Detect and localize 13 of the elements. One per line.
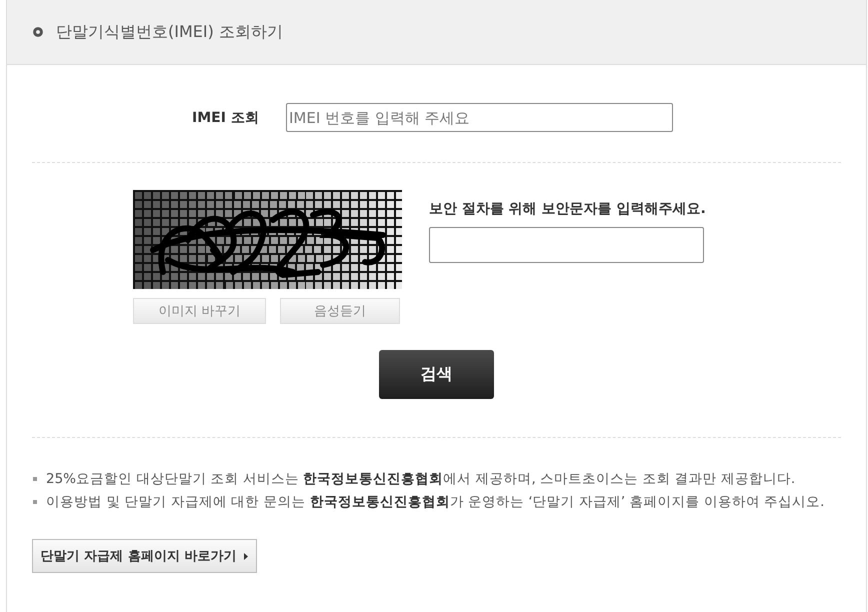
ring-icon [33, 27, 43, 37]
imei-input-field[interactable]: IMEI 번호를 입력해 주세요 [286, 103, 673, 132]
note-text: 25%요금할인 대상단말기 조회 서비스는 한국정보통신진흥협회에서 제공하며, 스마트초이스는 조회 결과만 제공합니다. [46, 470, 796, 489]
section-title: 단말기식별번호(IMEI) 조회하기 [56, 22, 283, 42]
search-button[interactable]: 검색 [379, 350, 494, 399]
captcha-prompt: 보안 절차를 위해 보안문자를 입력해주세요. [429, 200, 706, 218]
field-label: IMEI 조회 [192, 108, 260, 126]
bullet-icon [33, 477, 37, 481]
bullet-icon [33, 500, 37, 504]
captcha-input-field[interactable] [429, 227, 704, 263]
homepage-link-button[interactable]: 단말기 자급제 홈페이지 바로가기 [32, 539, 257, 573]
note-text: 이용방법 및 단말기 자급제에 대한 문의는 한국정보통신진흥협회가 운영하는 ‘단말기 자급제’ 홈페이지를 이용하여 주십시오. [46, 493, 824, 512]
caret-icon [244, 552, 248, 560]
